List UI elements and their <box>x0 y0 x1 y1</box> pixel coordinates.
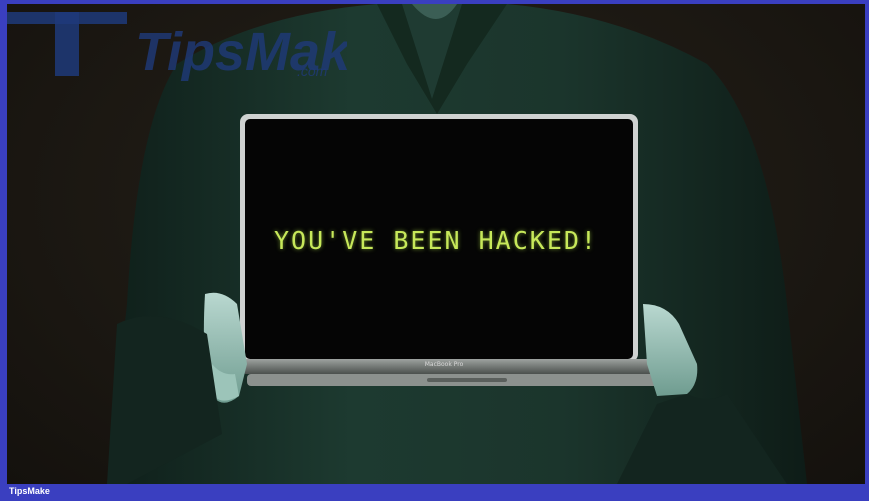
footer-bar: TipsMake <box>0 484 869 501</box>
hacker-photo: TipsMake .com YOU'VE BEEN HACKED! MacBoo… <box>7 4 865 484</box>
watermark-logo: TipsMake .com <box>7 12 347 82</box>
image-frame: TipsMake .com YOU'VE BEEN HACKED! MacBoo… <box>0 0 869 501</box>
laptop-brand-label: MacBook Pro <box>424 361 464 368</box>
site-name: TipsMake <box>9 486 50 496</box>
svg-text:.com: .com <box>297 63 328 79</box>
hacked-message: YOU'VE BEEN HACKED! <box>274 226 598 255</box>
